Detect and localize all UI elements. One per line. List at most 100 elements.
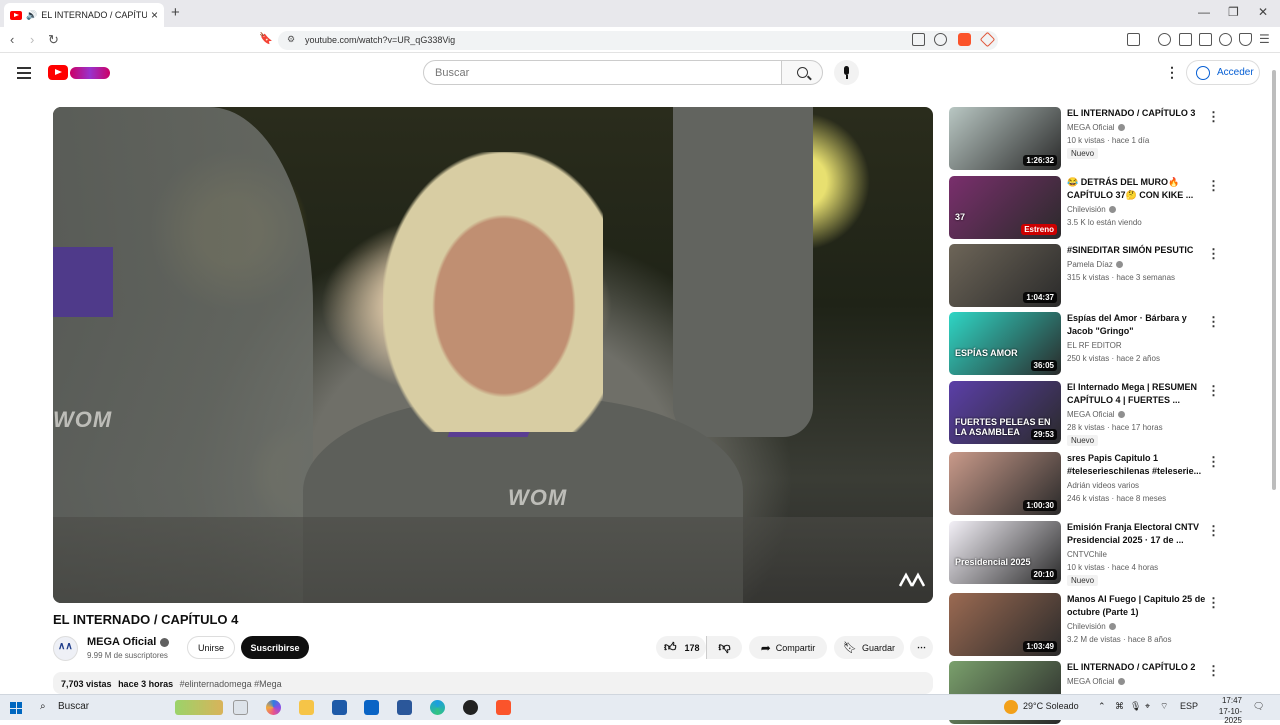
notification-icon[interactable]: 🗨︎ bbox=[1253, 701, 1264, 712]
recommendation-thumbnail[interactable]: ESPÍAS AMOR 36:05 bbox=[949, 312, 1061, 375]
share-page-icon[interactable] bbox=[934, 33, 947, 46]
file-explorer-icon[interactable] bbox=[299, 700, 314, 715]
recommendation-more-icon[interactable]: ⋮ bbox=[1207, 523, 1220, 539]
search-input[interactable]: Buscar bbox=[423, 60, 782, 85]
dislike-button[interactable]: 👎︎ bbox=[706, 636, 742, 659]
wifi-icon[interactable]: ⌔ bbox=[1160, 701, 1168, 712]
site-info-icon[interactable]: ⚙ bbox=[287, 34, 295, 45]
recommendation-title[interactable]: EL INTERNADO / CAPÍTULO 2 bbox=[1067, 661, 1207, 674]
recommendation-channel[interactable]: EL RF EDITOR bbox=[1067, 339, 1122, 352]
more-actions-button[interactable]: ⋯ bbox=[910, 636, 933, 659]
recommendation-more-icon[interactable]: ⋮ bbox=[1207, 314, 1220, 330]
brave-shield-icon[interactable] bbox=[958, 33, 971, 46]
recommendation-channel[interactable]: Chilevisión bbox=[1067, 620, 1116, 633]
tray-chevron-icon[interactable]: ⌃ bbox=[1098, 701, 1106, 712]
recommendation-item[interactable]: 1:04:37 #SINEDITAR SIMÓN PESUTIC Pamela Dí… bbox=[949, 244, 1249, 308]
video-player[interactable]: WOM WOM bbox=[53, 107, 933, 603]
new-tab-button[interactable]: + bbox=[171, 4, 180, 21]
task-view-icon[interactable] bbox=[233, 700, 248, 715]
outlook-icon[interactable] bbox=[364, 700, 379, 715]
recommendation-item[interactable]: Presidencial 2025 20:10 Emisión Franja Ele… bbox=[949, 521, 1249, 586]
recommendation-item[interactable]: 1:26:32 EL INTERNADO / CAPÍTULO 3 MEGA Ofi… bbox=[949, 107, 1249, 171]
taskbar-search-icon[interactable]: ⌕ bbox=[40, 701, 46, 712]
recommendation-title[interactable]: Emisión Franja Electoral CNTV Presidenci… bbox=[1067, 521, 1207, 547]
scrollbar-thumb[interactable] bbox=[1272, 70, 1276, 490]
recommendation-channel[interactable]: Chilevisión bbox=[1067, 203, 1116, 216]
settings-more-icon[interactable]: ⋮ bbox=[1165, 65, 1179, 79]
recommendation-channel[interactable]: Adrián videos varios bbox=[1067, 479, 1139, 492]
recommendation-title[interactable]: #SINEDITAR SIMÓN PESUTIC bbox=[1067, 244, 1207, 257]
recommendation-thumbnail[interactable]: 1:26:32 bbox=[949, 107, 1061, 170]
recommendation-channel[interactable]: CNTVChile bbox=[1067, 548, 1107, 561]
back-icon[interactable]: ‹ bbox=[10, 32, 14, 47]
recommendation-thumbnail[interactable]: 1:03:49 bbox=[949, 593, 1061, 656]
recommendation-more-icon[interactable]: ⋮ bbox=[1207, 246, 1220, 262]
location-icon[interactable]: ⌖ bbox=[1145, 701, 1150, 712]
recommendation-more-icon[interactable]: ⋮ bbox=[1207, 454, 1220, 470]
recommendation-channel[interactable]: Pamela Díaz bbox=[1067, 258, 1123, 271]
speaker-icon[interactable]: 🔊 bbox=[26, 10, 37, 21]
clock-time[interactable]: 17:47 bbox=[1202, 696, 1242, 705]
recommendation-channel[interactable]: MEGA Oficial bbox=[1067, 675, 1125, 688]
like-button[interactable]: 👍︎ 178 bbox=[656, 636, 706, 659]
recommendation-title[interactable]: EL INTERNADO / CAPÍTULO 3 bbox=[1067, 107, 1207, 120]
sidebar-icon[interactable] bbox=[1179, 33, 1192, 46]
description-box[interactable]: 7,703 vistas hace 3 horas #elinternadome… bbox=[53, 672, 933, 694]
voice-search-icon[interactable] bbox=[834, 60, 859, 85]
recommendation-title[interactable]: Espías del Amor · Bárbara y Jacob "Gring… bbox=[1067, 312, 1207, 338]
close-window-icon[interactable]: ✕ bbox=[1258, 5, 1268, 19]
menu-icon[interactable]: ☰ bbox=[1259, 32, 1270, 46]
minimize-icon[interactable]: — bbox=[1198, 5, 1210, 19]
recommendation-item[interactable]: ESPÍAS AMOR 36:05 Espías del Amor · Bárbar… bbox=[949, 312, 1249, 376]
recommendation-thumbnail[interactable]: 1:00:30 bbox=[949, 452, 1061, 515]
share-button[interactable]: ➦ Compartir bbox=[749, 636, 827, 659]
recommendation-item[interactable]: FUERTES PELEAS EN LA ASAMBLEA 29:53 El Int… bbox=[949, 381, 1249, 446]
url-field[interactable]: ⚙ youtube.com/watch?v=UR_qG338Vig bbox=[278, 31, 998, 50]
translate-icon[interactable] bbox=[1127, 33, 1140, 46]
mic-tray-icon[interactable]: 🎙︎ bbox=[1130, 701, 1141, 712]
app-dark-icon[interactable] bbox=[463, 700, 478, 715]
recommendation-more-icon[interactable]: ⋮ bbox=[1207, 663, 1220, 679]
weather-text[interactable]: 29°C Soleado bbox=[1023, 701, 1079, 711]
search-button[interactable] bbox=[781, 60, 823, 85]
recommendation-item[interactable]: 1:00:30 sres Papis Capitulo 1 #teleseries… bbox=[949, 452, 1249, 516]
wallet-icon[interactable] bbox=[1199, 33, 1212, 46]
reload-icon[interactable]: ↻ bbox=[48, 32, 59, 48]
vpn-shield-icon[interactable] bbox=[1239, 33, 1252, 46]
recommendation-thumbnail[interactable]: 37 Estreno bbox=[949, 176, 1061, 239]
recommendation-thumbnail[interactable]: FUERTES PELEAS EN LA ASAMBLEA 29:53 bbox=[949, 381, 1061, 444]
clock-date[interactable]: 17-10-2025 bbox=[1202, 707, 1242, 725]
recommendation-thumbnail[interactable]: Presidencial 2025 20:10 bbox=[949, 521, 1061, 584]
recommendation-more-icon[interactable]: ⋮ bbox=[1207, 595, 1220, 611]
recommendation-more-icon[interactable]: ⋮ bbox=[1207, 109, 1220, 125]
browser-tab[interactable]: 🔊 EL INTERNADO / CAPÍTULO 4 × bbox=[4, 3, 164, 27]
recommendation-channel[interactable]: MEGA Oficial bbox=[1067, 408, 1125, 421]
recommendation-channel[interactable]: MEGA Oficial bbox=[1067, 121, 1125, 134]
windows-start-icon[interactable] bbox=[10, 702, 22, 714]
leo-ai-icon[interactable] bbox=[1219, 33, 1232, 46]
recommendation-item[interactable]: 1:03:49 Manos Al Fuego | Capitulo 25 de o… bbox=[949, 593, 1249, 657]
guide-menu-icon[interactable] bbox=[17, 67, 31, 82]
recommendation-more-icon[interactable]: ⋮ bbox=[1207, 178, 1220, 194]
close-tab-icon[interactable]: × bbox=[151, 8, 158, 22]
recommendation-title[interactable]: 😂 DETRÁS DEL MURO🔥 CAPÍTULO 37🤔 CON KIKE… bbox=[1067, 176, 1207, 202]
cast-icon[interactable] bbox=[912, 33, 925, 46]
maximize-icon[interactable]: ❐ bbox=[1228, 5, 1239, 19]
page-scrollbar[interactable] bbox=[1271, 60, 1277, 690]
store-icon[interactable] bbox=[332, 700, 347, 715]
join-button[interactable]: Unirse bbox=[187, 636, 235, 659]
app-icon[interactable] bbox=[397, 700, 412, 715]
forward-icon[interactable]: › bbox=[30, 32, 34, 47]
edge-icon[interactable] bbox=[430, 700, 445, 715]
recommendation-thumbnail[interactable]: 1:04:37 bbox=[949, 244, 1061, 307]
channel-name[interactable]: MEGA Oficial bbox=[87, 636, 170, 648]
search-highlight-icon[interactable] bbox=[175, 700, 223, 715]
subscribe-button[interactable]: Suscribirse bbox=[241, 636, 309, 659]
tray-app-icon[interactable]: ⌘ bbox=[1115, 701, 1124, 712]
youtube-logo[interactable] bbox=[48, 65, 110, 80]
channel-avatar[interactable] bbox=[53, 636, 78, 661]
music-icon[interactable] bbox=[1158, 33, 1171, 46]
recommendation-title[interactable]: sres Papis Capitulo 1 #teleserieschilena… bbox=[1067, 452, 1207, 478]
signin-button[interactable]: Acceder bbox=[1186, 60, 1260, 85]
bookmark-icon[interactable]: 🔖 bbox=[259, 32, 273, 45]
